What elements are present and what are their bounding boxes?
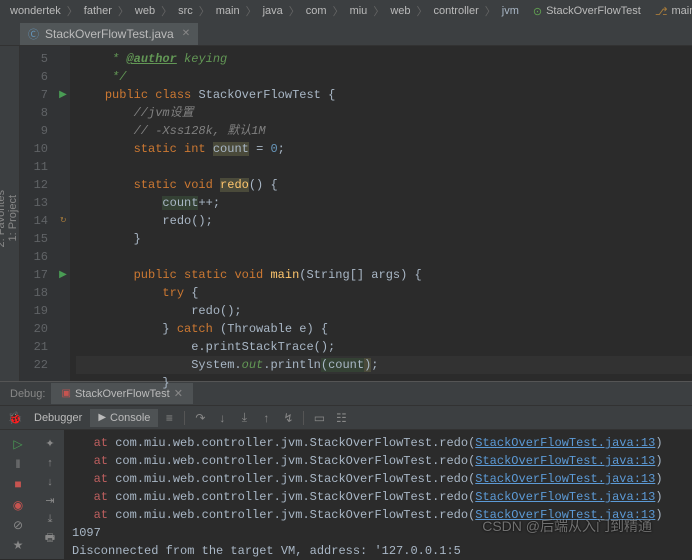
close-icon[interactable]: ✕ xyxy=(182,28,190,39)
crumb-branch[interactable]: main xyxy=(670,5,692,17)
console-output[interactable]: at com.miu.web.controller.jvm.StackOverF… xyxy=(64,430,692,559)
crumb[interactable]: father xyxy=(82,5,114,17)
tab-file[interactable]: Ⓒ StackOverFlowTest.java ✕ xyxy=(20,23,198,45)
stack-link[interactable]: StackOverFlowTest.java:13 xyxy=(475,454,655,468)
tab-label: StackOverFlowTest.java xyxy=(45,27,174,41)
watermark: CSDN @后端从入门到精通 xyxy=(482,516,652,536)
rerun-icon[interactable]: 🐞 xyxy=(4,407,26,429)
wrap-icon[interactable]: ⇥ xyxy=(38,491,62,510)
crumb[interactable]: src xyxy=(176,5,195,17)
scroll-end-icon[interactable]: ⤓ xyxy=(38,510,62,529)
crumb[interactable]: web xyxy=(388,5,412,17)
left-tool-stripe: 1: Project 2: Favorites xyxy=(0,46,20,381)
more-icon[interactable]: ☷ xyxy=(330,407,352,429)
test-class-icon[interactable]: ⊙ xyxy=(531,5,544,18)
editor: 1: Project 2: Favorites 56 789 101112 13… xyxy=(0,46,692,381)
crumb[interactable]: com xyxy=(304,5,329,17)
run-main-icon[interactable]: ▶ xyxy=(59,266,67,284)
favorites-tool[interactable]: 2: Favorites xyxy=(0,182,7,255)
crumb[interactable]: main xyxy=(214,5,242,17)
step-over-icon[interactable]: ↷ xyxy=(189,407,211,429)
run-to-cursor-icon[interactable]: ↯ xyxy=(277,407,299,429)
evaluate-icon[interactable]: ▭ xyxy=(308,407,330,429)
branch-icon[interactable]: ⎇ xyxy=(653,5,670,18)
console-icon: ▶ xyxy=(98,412,106,423)
project-tool[interactable]: 1: Project xyxy=(7,187,19,249)
console-controls: ✦ ↑ ↓ ⇥ ⤓ 🖶 xyxy=(36,430,64,559)
up-stack-icon[interactable]: ✦ xyxy=(38,434,62,453)
print-icon[interactable]: 🖶 xyxy=(38,529,62,548)
breakpoints-icon[interactable]: ◉ xyxy=(6,495,30,515)
debug-body: ▷ ‖ ■ ◉ ⊘ ★ ✦ ↑ ↓ ⇥ ⤓ 🖶 at com.miu.web.c… xyxy=(0,430,692,559)
crumb[interactable]: java xyxy=(261,5,285,17)
breadcrumb: wondertek〉 father〉 web〉 src〉 main〉 java〉… xyxy=(0,0,692,22)
stack-link[interactable]: StackOverFlowTest.java:13 xyxy=(475,490,655,504)
step-into-icon[interactable]: ↓ xyxy=(211,407,233,429)
debug-left-controls: ▷ ‖ ■ ◉ ⊘ ★ xyxy=(0,430,36,559)
menu-icon[interactable]: ≡ xyxy=(158,407,180,429)
gutter-icons: ▶ ↻ ▶ xyxy=(56,46,70,381)
step-out-icon[interactable]: ↑ xyxy=(255,407,277,429)
editor-tabs: Ⓒ StackOverFlowTest.java ✕ xyxy=(0,22,692,46)
crumb[interactable]: web xyxy=(133,5,157,17)
stack-link[interactable]: StackOverFlowTest.java:13 xyxy=(475,472,655,486)
code-area[interactable]: * @author keying */ public class StackOv… xyxy=(70,46,692,381)
crumb[interactable]: miu xyxy=(348,5,370,17)
crumb[interactable]: wondertek xyxy=(8,5,63,17)
resume-icon[interactable]: ▷ xyxy=(6,434,30,454)
settings-icon[interactable]: ★ xyxy=(6,535,30,555)
stack-link[interactable]: StackOverFlowTest.java:13 xyxy=(475,436,655,450)
debugger-subtab[interactable]: Debugger xyxy=(26,409,90,427)
stop-icon[interactable]: ■ xyxy=(6,474,30,494)
crumb[interactable]: controller xyxy=(432,5,481,17)
console-subtab[interactable]: ▶Console xyxy=(90,409,158,427)
debug-label: Debug: xyxy=(4,388,51,400)
java-class-icon: Ⓒ xyxy=(28,26,39,42)
debug-toolbar: 🐞 Debugger ▶Console ≡ ↷ ↓ ⤓ ↑ ↯ ▭ ☷ xyxy=(0,406,692,430)
pause-icon[interactable]: ‖ xyxy=(6,454,30,474)
scroll-up-icon[interactable]: ↑ xyxy=(38,453,62,472)
scroll-down-icon[interactable]: ↓ xyxy=(38,472,62,491)
force-step-icon[interactable]: ⤓ xyxy=(233,407,255,429)
line-gutter: 56 789 101112 131415 161718 192021 22 xyxy=(20,46,56,381)
mute-breakpoints-icon[interactable]: ⊘ xyxy=(6,515,30,535)
crumb[interactable]: jvm xyxy=(500,5,521,17)
close-icon[interactable]: ✕ xyxy=(174,387,183,400)
recursion-icon[interactable]: ↻ xyxy=(60,214,67,228)
crumb-test[interactable]: StackOverFlowTest xyxy=(544,5,643,17)
run-class-icon[interactable]: ▶ xyxy=(59,86,67,104)
